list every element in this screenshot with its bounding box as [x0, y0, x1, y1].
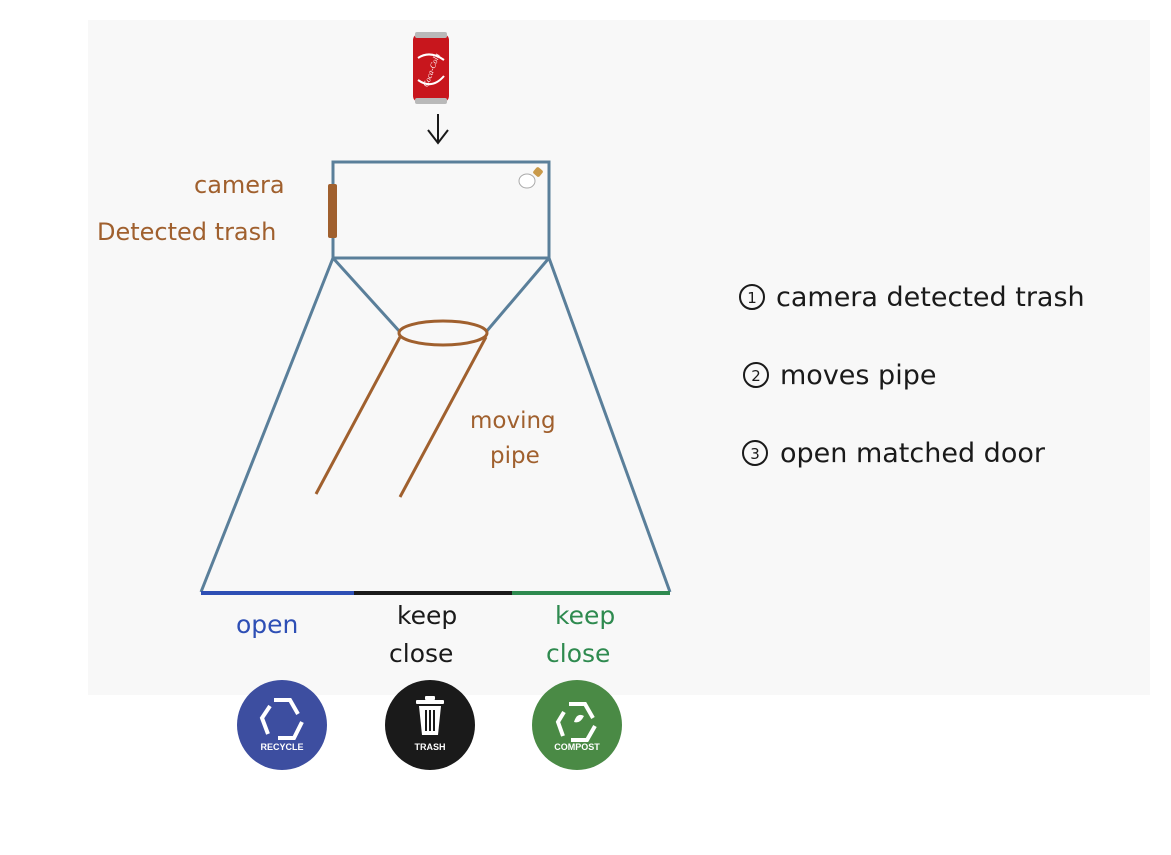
step-3-text: open matched door — [780, 438, 1046, 469]
step-1: 1 camera detected trash — [739, 282, 1085, 313]
camera-sensor — [328, 184, 337, 238]
door-compost-close-label: close — [546, 639, 610, 668]
door-compost-keep-label: keep — [555, 601, 615, 630]
camera-label: camera — [194, 171, 285, 199]
step-1-text: camera detected trash — [776, 282, 1085, 313]
step-2-text: moves pipe — [780, 360, 936, 391]
door-trash-close-label: close — [389, 639, 453, 668]
step-3: 3 open matched door — [742, 438, 1046, 469]
recycle-badge: RECYCLE — [237, 680, 327, 770]
step-1-number: 1 — [747, 289, 757, 307]
compost-badge: COMPOST — [532, 680, 622, 770]
moving-label: moving — [470, 408, 556, 434]
trash-badge: TRASH — [385, 680, 475, 770]
door-trash-keep-label: keep — [397, 601, 457, 630]
step-3-number: 3 — [750, 445, 760, 463]
door-open-label: open — [236, 610, 298, 639]
sorting-bin-diagram: Coca-Cola camera Detected trash moving p… — [88, 20, 1150, 770]
step-2-number: 2 — [751, 367, 761, 385]
recycle-badge-text: RECYCLE — [260, 742, 303, 752]
detected-trash-label: Detected trash — [97, 218, 276, 246]
soda-can-icon: Coca-Cola — [413, 32, 449, 104]
pipe-label: pipe — [490, 443, 540, 469]
compost-badge-text: COMPOST — [554, 742, 600, 752]
trash-badge-text: TRASH — [415, 742, 446, 752]
